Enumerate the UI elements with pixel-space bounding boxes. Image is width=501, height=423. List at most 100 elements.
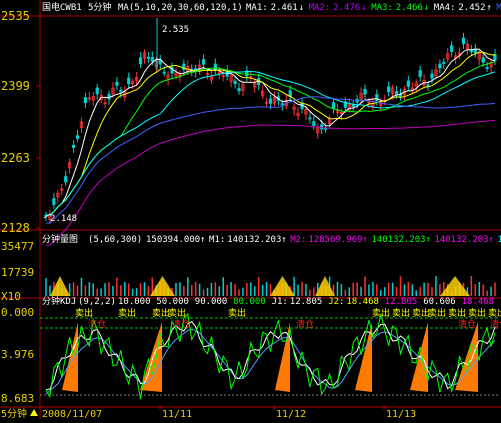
volume-y-tick-2: X10 <box>1 290 21 303</box>
price-candle <box>237 88 241 92</box>
price-candle <box>75 135 80 139</box>
x-date-label-2: 11/12 <box>276 409 306 419</box>
price-candle <box>308 117 312 120</box>
ma-reading-label-2: MA3: <box>371 3 393 13</box>
ma-reading-arrow-0: ↓ <box>299 3 304 13</box>
price-candle <box>485 67 489 69</box>
price-candle <box>450 45 454 52</box>
ma-reading-arrow-1: ↓ <box>361 3 366 13</box>
price-candle <box>213 63 217 71</box>
price-candle <box>64 176 68 183</box>
kdj-y-tick-1: 3.976 <box>1 348 34 361</box>
kdj-sell-signal: 卖出 <box>228 307 246 319</box>
kdj-reading-value-8: 18.468 <box>462 297 495 307</box>
volume-reading-arrow-2: ↑ <box>362 235 367 245</box>
price-low-annotation: 2.148 <box>50 214 77 224</box>
price-candle <box>119 89 123 93</box>
price-y-tick-1: 2399 <box>1 79 30 93</box>
volume-title: 分钟量图 <box>42 233 78 245</box>
price-candle <box>473 48 477 54</box>
kdj-reading-value-5: 18.468 <box>346 297 379 307</box>
price-candle <box>469 50 473 53</box>
price-high-annotation: 2.535 <box>162 25 189 35</box>
ma-reading-value-2: 2.466 <box>396 3 423 13</box>
price-y-tick-2: 2263 <box>1 151 30 165</box>
price-candle <box>442 62 446 64</box>
kdj-title: 分钟KDJ <box>42 295 76 307</box>
kdj-y-tick-0: 0.000 <box>1 306 34 319</box>
kdj-reading-label-4: J1: <box>272 297 288 307</box>
kdj-reading-value-3: 80.000 <box>233 297 266 307</box>
ma-reading-value-1: 2.476 <box>333 3 360 13</box>
kdj-clear-signal: 清仓 <box>458 318 476 330</box>
price-y-tick-0: 2535 <box>1 9 30 23</box>
price-candle <box>95 87 99 95</box>
price-candle <box>162 71 166 74</box>
kdj-sell-signal: 卖出 <box>75 307 93 319</box>
x-date-label-3: 11/13 <box>386 409 416 419</box>
price-candle <box>426 84 430 87</box>
volume-reading-arrow-0: ↑ <box>200 235 205 245</box>
ma-reading-value-0: 2.461 <box>271 3 298 13</box>
price-candle <box>418 70 422 77</box>
x-date-label-1: 11/11 <box>162 409 192 419</box>
price-candle <box>71 144 76 148</box>
volume-reading-label-2: M2: <box>290 235 306 245</box>
price-title: 国电CWB1 <box>42 1 82 13</box>
ma-reading-value-3: 2.452 <box>458 3 485 13</box>
kdj-clear-signal: 清仓 <box>490 318 501 330</box>
kdj-reading-value-2: 90.000 <box>195 297 228 307</box>
volume-reading-value-4: 140132.203 <box>434 235 488 245</box>
ma-reading-label-0: MA1: <box>246 3 268 13</box>
price-candle <box>351 104 355 107</box>
price-candle <box>406 80 410 87</box>
price-candle <box>320 124 324 130</box>
volume-reading-value-0: 150394.000 <box>146 235 200 245</box>
kdj-clear-signal: 清仓 <box>296 318 314 330</box>
kdj-clear-signal: 清仓 <box>88 318 106 330</box>
volume-reading-arrow-3: ↑ <box>425 235 430 245</box>
price-candle <box>394 90 399 95</box>
x-period-label: 5分钟 <box>1 407 27 419</box>
kdj-sell-signal: 卖出 <box>372 307 390 319</box>
kdj-sell-signal: 卖出 <box>468 307 486 319</box>
ma-reading-label-3: MA4: <box>434 3 456 13</box>
price-candle <box>233 80 237 85</box>
price-candle <box>481 57 485 63</box>
kdj-sell-signal: 卖出 <box>118 307 136 319</box>
volume-params: (5,60,300) <box>88 235 142 245</box>
price-candle <box>363 88 367 95</box>
price-candle <box>83 97 87 104</box>
price-candle <box>115 81 119 86</box>
volume-reading-arrow-1: ↑ <box>281 235 286 245</box>
kdj-clear-signal: 清仓 <box>172 318 190 330</box>
price-candle <box>146 56 151 59</box>
price-candle <box>127 77 131 84</box>
kdj-reading-value-4: 12.805 <box>290 297 323 307</box>
x-date-label-0: 2008/11/07 <box>42 409 102 419</box>
price-candle <box>387 86 391 93</box>
price-candle <box>324 128 328 130</box>
price-y-tick-3: 2128 <box>1 221 30 235</box>
volume-reading-label-1: M1: <box>209 235 225 245</box>
price-candle <box>331 102 336 109</box>
price-candle <box>461 37 466 45</box>
chart-canvas: 2535 2399 2263 2128 2.535 2.148 国电CWB1 5分钟 MA(5,… <box>0 0 501 423</box>
ma-reading-arrow-2: ↓ <box>424 3 429 13</box>
kdj-sell-signal: 卖出 <box>392 307 410 319</box>
stock-chart-terminal: 2535 2399 2263 2128 2.535 2.148 国电CWB1 5分钟 MA(5,… <box>0 0 501 423</box>
price-candle <box>52 198 56 206</box>
kdj-reading-value-1: 50.000 <box>156 297 189 307</box>
volume-reading-arrow-4: ↑ <box>488 235 493 245</box>
volume-y-tick-1: 17739 <box>1 266 34 279</box>
kdj-sell-signal: 卖出 <box>168 307 186 319</box>
volume-reading-value-1: 140132.203 <box>227 235 281 245</box>
price-candle <box>375 94 379 101</box>
kdj-params: (9,2,2) <box>78 297 116 307</box>
volume-reading-value-5: 110539.133 <box>497 235 501 245</box>
price-params: MA(5,10,20,30,60,120,1) <box>118 3 243 13</box>
price-period: 5分钟 <box>88 1 111 13</box>
price-candle <box>150 56 154 62</box>
ma-reading-arrow-3: ↑ <box>486 3 491 13</box>
volume-reading-value-2: 128569.969 <box>308 235 362 245</box>
